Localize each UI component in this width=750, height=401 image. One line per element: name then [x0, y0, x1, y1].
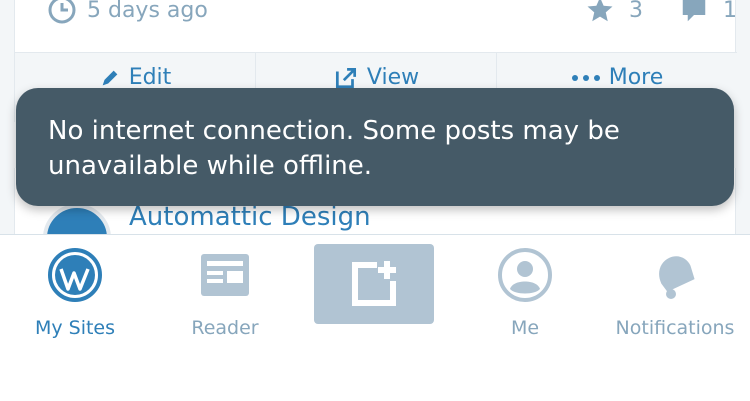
post-meta: 5 days ago 3 1 — [47, 0, 737, 30]
user-avatar-icon — [498, 248, 552, 302]
bell-icon — [659, 256, 695, 299]
app-screen: 5 days ago 3 1 Edit View More Automattic… — [0, 0, 750, 401]
tab-bar: My Sites Reader Me Notifications — [0, 234, 750, 401]
comments-count: 1 — [723, 0, 737, 23]
view-label: View — [366, 65, 420, 90]
site-avatar — [43, 204, 111, 238]
wordpress-icon — [48, 248, 102, 302]
pencil-icon — [102, 70, 118, 85]
likes-stat[interactable]: 3 — [585, 0, 643, 25]
edit-label: Edit — [128, 65, 172, 90]
external-link-icon — [335, 67, 356, 88]
offline-toast: No internet connection. Some posts may b… — [16, 88, 734, 206]
tab-notifications-label: Notifications — [615, 317, 735, 339]
more-label: More — [608, 65, 664, 90]
tab-notifications[interactable]: Notifications — [600, 235, 750, 345]
tab-my-sites[interactable]: My Sites — [0, 235, 150, 345]
site-name: Automattic Design — [129, 202, 371, 232]
new-post-icon — [352, 261, 396, 306]
comment-icon — [682, 0, 706, 22]
tab-reader[interactable]: Reader — [150, 235, 300, 345]
clock-icon — [48, 0, 76, 24]
likes-count: 3 — [629, 0, 643, 23]
star-icon — [587, 0, 613, 22]
tab-my-sites-label: My Sites — [34, 317, 116, 339]
comments-stat[interactable]: 1 — [679, 0, 737, 25]
post-time-ago: 5 days ago — [87, 0, 208, 23]
ellipsis-icon — [571, 74, 600, 81]
tab-me-label: Me — [510, 317, 540, 339]
tab-me[interactable]: Me — [450, 235, 600, 345]
write-post-button[interactable] — [314, 244, 434, 324]
tab-reader-label: Reader — [191, 317, 259, 339]
toast-message: No internet connection. Some posts may b… — [48, 116, 620, 181]
reader-icon — [201, 254, 249, 296]
